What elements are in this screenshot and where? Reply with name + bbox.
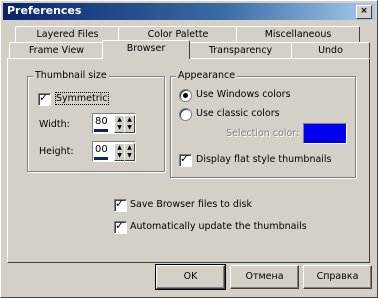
height-label: Height:	[39, 146, 74, 157]
symmetric-checkbox[interactable]: ✓	[38, 91, 51, 106]
width-underline	[94, 129, 108, 132]
dialog-title: Preferences	[7, 4, 82, 17]
height-underline	[94, 157, 108, 160]
width-spin-down-icon[interactable]: ▲ ▼	[124, 115, 135, 133]
check-icon: ✓	[115, 219, 125, 232]
check-icon: ✓	[180, 152, 190, 165]
tab-transparency[interactable]: Transparency	[188, 42, 293, 58]
selection-color-swatch[interactable]	[303, 123, 347, 144]
close-button[interactable]: ×	[356, 5, 372, 19]
tab-undo[interactable]: Undo	[291, 42, 370, 58]
width-label: Width:	[39, 119, 70, 130]
width-value: 80	[95, 116, 108, 127]
save-browser-files-label: Save Browser files to disk	[130, 199, 252, 210]
save-browser-files-checkbox[interactable]: ✓	[114, 197, 127, 212]
windows-colors-label: Use Windows colors	[196, 89, 291, 100]
classic-colors-label: Use classic colors	[196, 108, 280, 119]
check-icon: ✓	[115, 197, 125, 210]
selection-color-label: Selection color:	[226, 128, 300, 139]
height-value: 00	[95, 144, 108, 155]
height-spinner[interactable]: 00 ▲ ▼ ▲ ▼	[92, 141, 136, 162]
tab-frame-view[interactable]: Frame View	[9, 42, 104, 58]
radio-classic-colors[interactable]	[179, 108, 192, 121]
flat-thumbnails-checkbox[interactable]: ✓	[179, 152, 192, 167]
radio-selected-dot	[183, 93, 188, 98]
symmetric-label: Symmetric	[55, 92, 109, 105]
check-icon: ✓	[39, 91, 49, 104]
cancel-button[interactable]: Отмена	[230, 265, 299, 289]
thumbnail-size-label: Thumbnail size	[33, 70, 109, 81]
ok-button[interactable]: OK	[155, 264, 226, 290]
appearance-label: Appearance	[176, 70, 238, 81]
flat-thumbnails-label: Display flat style thumbnails	[196, 154, 332, 165]
radio-windows-colors[interactable]	[179, 89, 192, 102]
auto-update-checkbox[interactable]: ✓	[114, 219, 127, 234]
width-spinner[interactable]: 80 ▲ ▼ ▲ ▼	[92, 113, 136, 134]
auto-update-label: Automatically update the thumbnails	[130, 221, 307, 232]
help-button[interactable]: Справка	[303, 265, 372, 289]
height-spin-down-icon[interactable]: ▲ ▼	[124, 143, 135, 161]
tab-miscellaneous[interactable]: Miscellaneous	[236, 26, 360, 42]
tab-browser[interactable]: Browser	[102, 40, 190, 59]
title-bar: Preferences ×	[3, 3, 375, 20]
